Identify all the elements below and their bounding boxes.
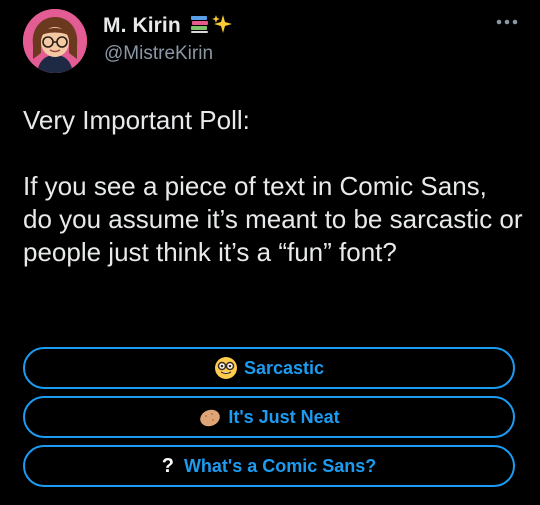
avatar-illustration bbox=[23, 9, 87, 73]
tweet-text: Very Important Poll: If you see a piece … bbox=[23, 105, 523, 267]
poll-option-label: What's a Comic Sans? bbox=[183, 455, 377, 476]
sparkles-icon bbox=[211, 13, 233, 40]
author-name-row: M. Kirin bbox=[103, 13, 233, 39]
tweet: M. Kirin @MistreKirin Very Important Pol… bbox=[0, 0, 540, 505]
more-options-icon[interactable] bbox=[494, 15, 520, 29]
potato-icon bbox=[198, 405, 222, 429]
poll: Sarcastic It's Just Neat ? What's a Comi… bbox=[23, 347, 515, 494]
nerd-face-icon bbox=[214, 356, 238, 380]
poll-option-label: It's Just Neat bbox=[228, 406, 340, 427]
avatar[interactable] bbox=[23, 9, 87, 73]
display-name[interactable]: M. Kirin bbox=[103, 14, 181, 38]
question-mark-icon: ? bbox=[161, 454, 174, 477]
author-handle[interactable]: @MistreKirin bbox=[104, 43, 213, 65]
poll-option-its-just-neat[interactable]: It's Just Neat bbox=[23, 396, 515, 438]
poll-option-label: Sarcastic bbox=[243, 357, 325, 378]
poll-option-whats-a-comic-sans[interactable]: ? What's a Comic Sans? bbox=[23, 445, 515, 487]
books-icon bbox=[189, 13, 211, 40]
name-emoji-group bbox=[189, 13, 233, 40]
poll-option-sarcastic[interactable]: Sarcastic bbox=[23, 347, 515, 389]
